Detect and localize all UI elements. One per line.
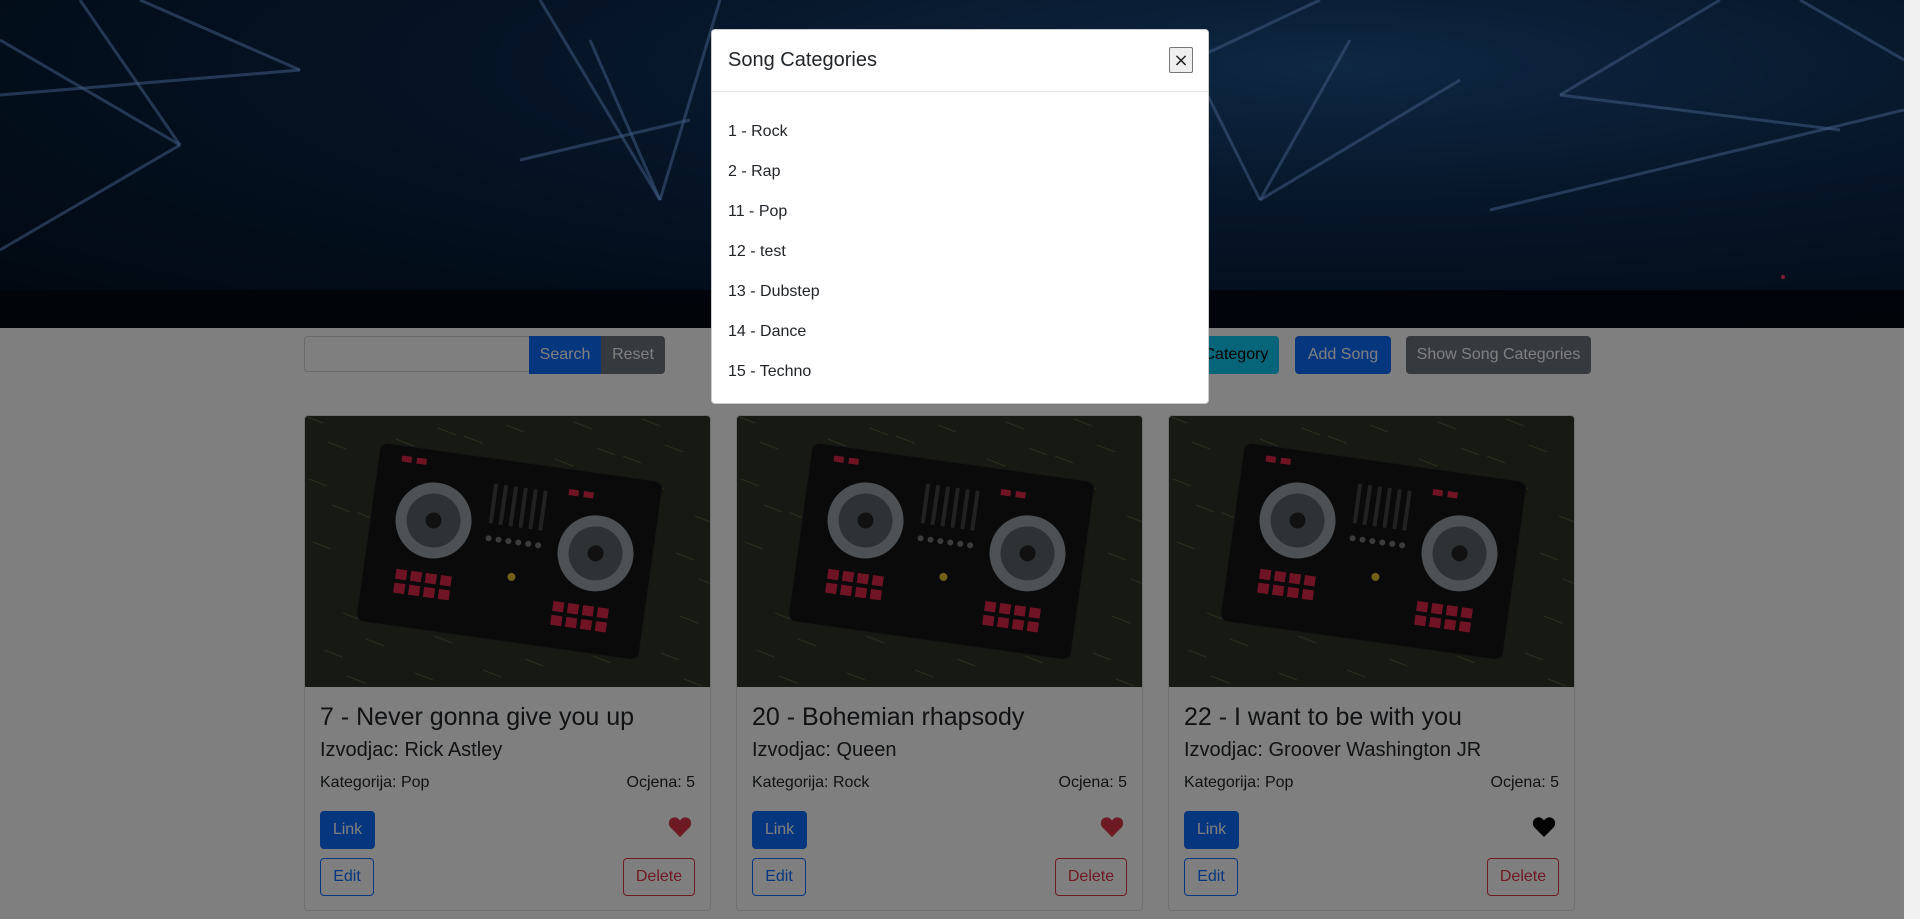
modal-title: Song Categories [728, 49, 877, 71]
category-item: 13 - Dubstep [728, 283, 820, 300]
category-list: 1 - Rock 2 - Rap 11 - Pop 12 - test 13 -… [728, 112, 820, 392]
category-item: 2 - Rap [728, 163, 781, 180]
page-scrollbar[interactable] [1904, 0, 1920, 919]
category-item: 11 - Pop [728, 203, 788, 220]
close-icon[interactable]: × [1169, 47, 1193, 73]
song-categories-modal: Song Categories × 1 - Rock 2 - Rap 11 - … [711, 29, 1209, 404]
category-item: 1 - Rock [728, 123, 788, 140]
category-item: 15 - Techno [728, 363, 812, 380]
category-item: 14 - Dance [728, 323, 807, 340]
modal-header: Song Categories × [712, 30, 1208, 92]
category-item: 12 - test [728, 243, 786, 260]
